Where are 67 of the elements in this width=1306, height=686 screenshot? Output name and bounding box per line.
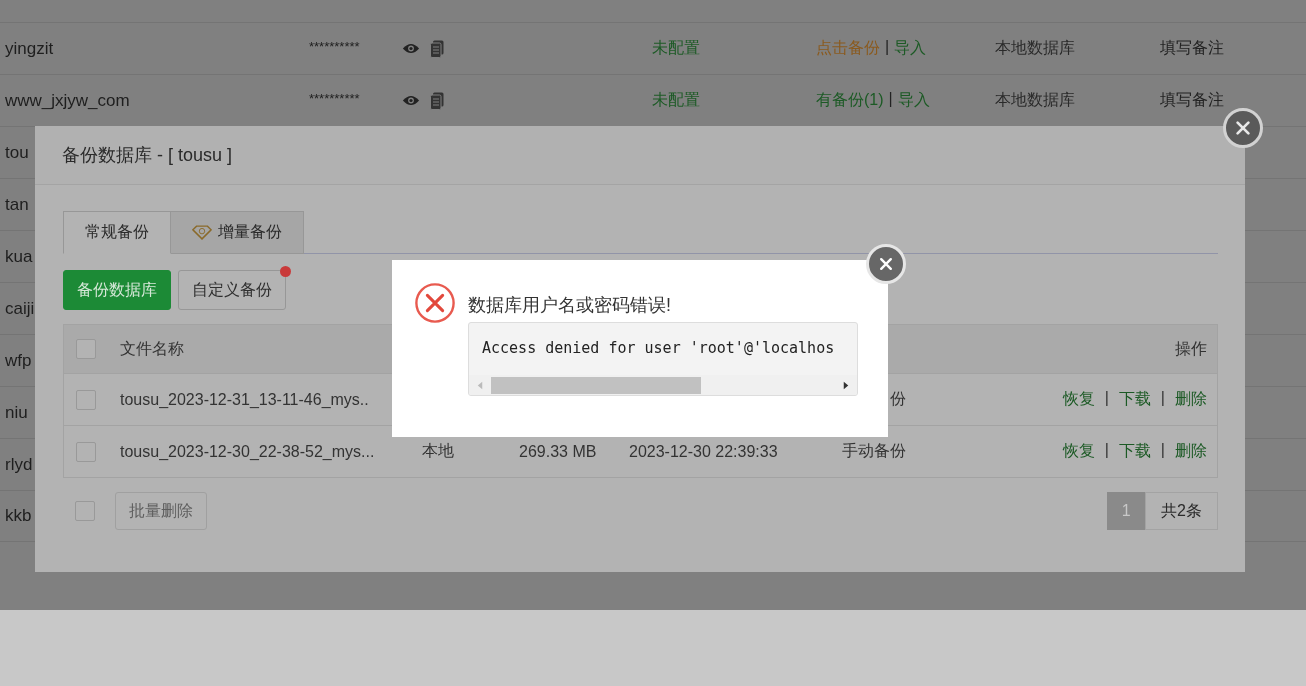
dialog-title: 备份数据库 - [ tousu ]: [62, 144, 233, 167]
notification-dot-icon: [280, 266, 291, 277]
time-cell: 2023-12-30 22:39:33: [629, 442, 778, 460]
scrollbar-thumb[interactable]: [491, 376, 701, 394]
capacity-link[interactable]: 未配置: [652, 38, 816, 59]
user-name: caiji: [5, 298, 35, 318]
column-header: 操作: [1175, 338, 1208, 359]
separator-text: |: [1104, 389, 1109, 408]
right-arrow-icon[interactable]: [843, 380, 849, 390]
tab[interactable]: 常规备份: [63, 211, 171, 254]
diamond-icon: [192, 225, 212, 240]
horizontal-scrollbar[interactable]: [469, 375, 857, 395]
action-link[interactable]: 恢复: [1062, 389, 1095, 410]
location-text: 本地数据库: [995, 38, 1076, 58]
location-text: 本地数据库: [995, 90, 1076, 110]
file-name: tousu_2023-12-30_22-38-52_mys...: [120, 442, 375, 460]
location-cell: 本地: [422, 442, 454, 459]
user-name: niu: [5, 402, 28, 422]
tab[interactable]: 增量备份: [171, 211, 304, 254]
type-cell: 手动备份: [842, 442, 906, 459]
checkbox[interactable]: [76, 389, 96, 410]
eye-icon[interactable]: [402, 42, 420, 55]
error-message: 数据库用户名或密码错误!: [468, 294, 672, 317]
separator-text: |: [885, 38, 890, 57]
action-link[interactable]: 恢复: [1062, 441, 1095, 462]
password-text: **********: [309, 39, 361, 54]
action-link[interactable]: 删除: [1175, 441, 1207, 462]
size-cell: 269.33 MB: [519, 442, 597, 460]
separator-text: |: [1104, 441, 1109, 460]
type-cell: 份: [890, 390, 906, 407]
user-name: kkb: [5, 506, 32, 525]
user-name: www_jxjyw_com: [5, 90, 130, 110]
user-name: kua: [5, 246, 33, 266]
capacity-link[interactable]: 未配置: [652, 90, 816, 111]
action-link[interactable]: 删除: [1175, 389, 1207, 410]
password-text: **********: [309, 91, 361, 106]
action-link[interactable]: 下载: [1118, 441, 1151, 462]
error-detail: Access denied for user 'root'@'localhos: [481, 338, 836, 359]
user-name: tan: [5, 194, 29, 214]
eye-icon[interactable]: [402, 94, 420, 107]
import-link[interactable]: 导入: [897, 90, 930, 111]
copy-icon[interactable]: [430, 91, 444, 110]
error-icon: [414, 282, 456, 324]
page-button[interactable]: 1: [1107, 492, 1146, 530]
backup-button[interactable]: 备份数据库: [63, 270, 171, 310]
note-link[interactable]: 填写备注: [1160, 90, 1224, 111]
user-name: wfp: [5, 350, 32, 370]
close-icon: [878, 256, 894, 272]
column-header: 文件名称: [120, 338, 185, 359]
separator-text: |: [888, 90, 893, 109]
separator-text: |: [1160, 389, 1165, 408]
backup-link[interactable]: 有备份(1): [816, 90, 884, 111]
checkbox[interactable]: [75, 501, 95, 521]
backup-button[interactable]: 自定义备份: [178, 270, 286, 310]
user-name: rlyd: [5, 454, 33, 474]
separator-text: |: [1160, 441, 1165, 460]
import-link[interactable]: 导入: [894, 38, 927, 59]
file-name: tousu_2023-12-31_13-11-46_mys..: [120, 390, 369, 408]
total-count: 共2条: [1145, 492, 1218, 530]
action-link[interactable]: 下载: [1118, 389, 1151, 410]
copy-icon[interactable]: [430, 39, 444, 58]
note-link[interactable]: 填写备注: [1160, 38, 1224, 59]
user-name: yingzit: [5, 38, 54, 58]
checkbox[interactable]: [76, 441, 96, 462]
close-icon: [1234, 119, 1252, 137]
user-name: tou: [5, 142, 29, 162]
checkbox[interactable]: [76, 339, 96, 359]
